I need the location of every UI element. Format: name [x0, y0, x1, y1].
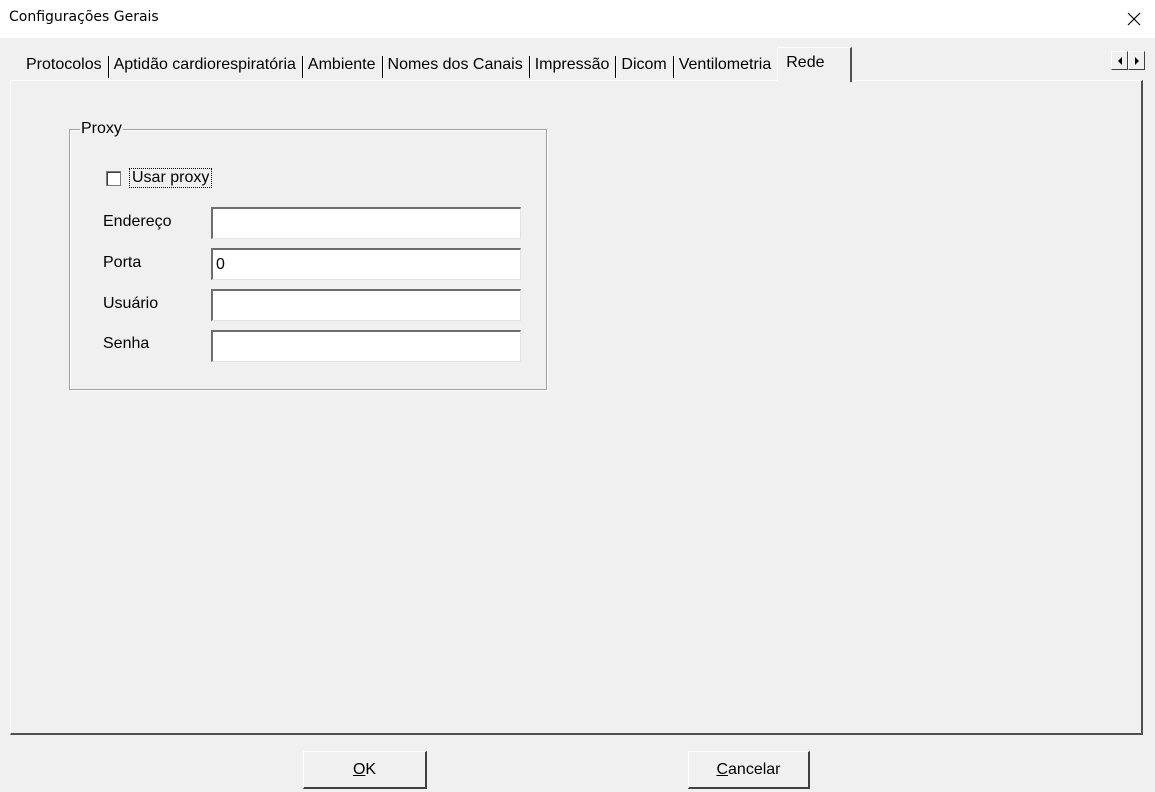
use-proxy-label[interactable]: Usar proxy [129, 168, 213, 188]
arrow-left-icon [1117, 56, 1122, 65]
tab-dicom[interactable]: Dicom [615, 50, 672, 80]
port-input[interactable]: 0 [211, 248, 521, 280]
tab-nomes-dos-canais[interactable]: Nomes dos Canais [381, 50, 529, 80]
ok-button[interactable]: OK [303, 751, 427, 789]
close-button[interactable] [1119, 4, 1149, 34]
tab-aptidao-cardiorespiratoria[interactable]: Aptidão cardiorespiratória [107, 50, 302, 80]
tab-rede[interactable]: Rede [777, 47, 853, 82]
address-input[interactable] [211, 207, 521, 239]
ok-mnemonic: O [352, 760, 366, 778]
tab-scroll-right-button[interactable] [1128, 51, 1145, 70]
proxy-group-title: Proxy [80, 119, 123, 139]
proxy-groupbox: Proxy Usar proxy Endereço Porta 0 Usuári… [69, 119, 547, 390]
use-proxy-checkbox[interactable]: Usar proxy [106, 168, 213, 188]
tab-impressao[interactable]: Impressão [528, 50, 616, 80]
user-label: Usuário [103, 295, 159, 312]
arrow-right-icon [1134, 56, 1139, 65]
cancel-mnemonic: C [716, 760, 729, 778]
cancel-button[interactable]: Cancelar [688, 751, 810, 789]
tab-protocolos[interactable]: Protocolos [20, 50, 108, 80]
password-input[interactable] [211, 330, 521, 362]
window-title: Configurações Gerais [9, 9, 159, 25]
cancel-label-rest: ancelar [728, 760, 781, 778]
tab-ambiente[interactable]: Ambiente [301, 50, 382, 80]
close-icon [1127, 12, 1141, 26]
ok-label-rest: K [365, 760, 377, 778]
tab-scroll-left-button[interactable] [1111, 51, 1128, 70]
address-label: Endereço [103, 213, 172, 230]
password-label: Senha [103, 335, 150, 352]
tab-strip: Protocolos Aptidão cardiorespiratória Am… [20, 44, 853, 82]
settings-dialog: Configurações Gerais Protocolos Aptidão … [0, 0, 1155, 792]
checkbox-box[interactable] [106, 170, 121, 186]
user-input[interactable] [211, 289, 521, 321]
title-bar: Configurações Gerais [0, 0, 1155, 38]
port-label: Porta [103, 254, 142, 271]
tab-ventilometria[interactable]: Ventilometria [672, 50, 778, 80]
tab-panel-rede: Proxy Usar proxy Endereço Porta 0 Usuári… [10, 80, 1143, 735]
tab-scroll-buttons [1111, 51, 1145, 70]
